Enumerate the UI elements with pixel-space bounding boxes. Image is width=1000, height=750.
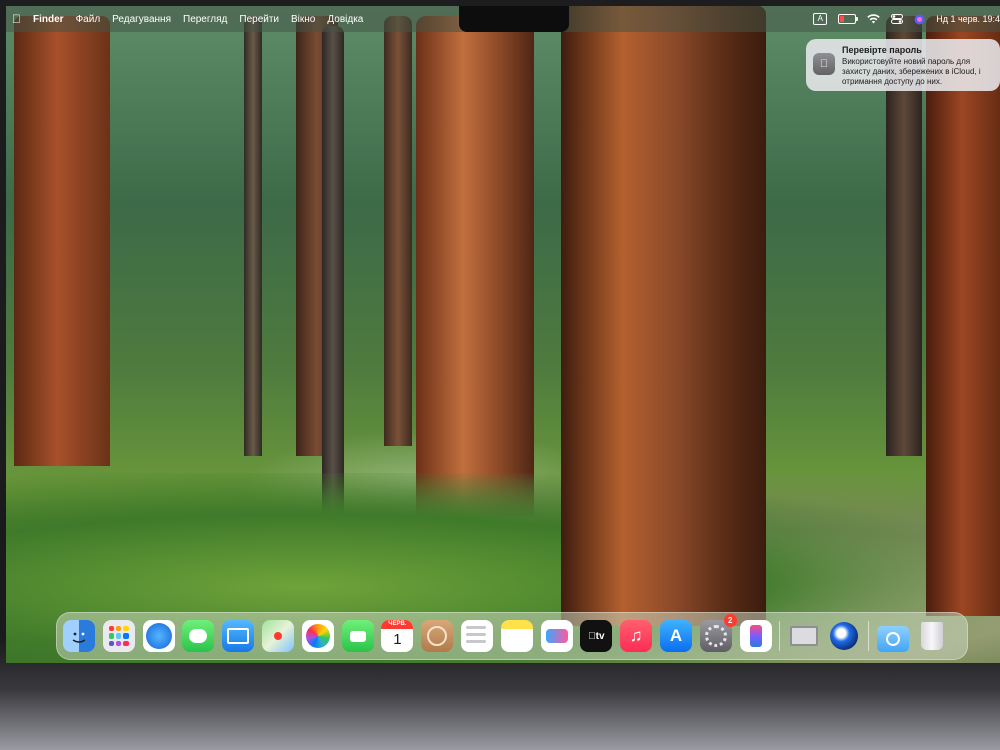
trash-icon[interactable] xyxy=(916,620,948,652)
photos-icon[interactable] xyxy=(301,620,334,652)
siri-icon[interactable] xyxy=(914,14,925,25)
iphone-mirroring-icon[interactable] xyxy=(739,620,772,652)
wallpaper-tree xyxy=(384,16,412,446)
menu-app-name[interactable]: Finder xyxy=(33,14,64,25)
notification-title: Перевірте пароль xyxy=(842,45,922,55)
settings-badge: 2 xyxy=(723,614,737,627)
calendar-day: 1 xyxy=(393,631,402,648)
menu-go[interactable]: Перейти xyxy=(239,14,279,25)
control-center-icon[interactable] xyxy=(891,14,904,24)
maps-icon[interactable] xyxy=(261,620,294,652)
menu-help[interactable]: Довідка xyxy=(327,14,363,25)
dock-separator xyxy=(779,621,781,651)
password-notification[interactable]:  Перевірте пароль Використовуйте новий … xyxy=(806,39,1000,91)
menu-clock[interactable]: Нд 1 черв. 19:4 xyxy=(936,14,1000,24)
wallpaper-tree xyxy=(926,16,1000,616)
wallpaper-tree xyxy=(244,16,262,456)
downloads-folder-icon[interactable] xyxy=(876,626,909,652)
menu-file[interactable]: Файл xyxy=(76,14,101,25)
wifi-icon[interactable] xyxy=(867,14,880,24)
menu-view[interactable]: Перегляд xyxy=(183,14,227,25)
wallpaper-tree xyxy=(416,16,534,516)
reminders-icon[interactable] xyxy=(460,620,493,652)
wallpaper-tree xyxy=(561,6,766,626)
desktop-wallpaper xyxy=(6,6,1000,663)
menu-window[interactable]: Вікно xyxy=(291,14,315,25)
keyboard-layout-icon[interactable]: A xyxy=(813,13,828,25)
freeform-icon[interactable] xyxy=(540,620,573,652)
tv-label: tv xyxy=(591,630,605,642)
dock-separator xyxy=(867,621,869,651)
apple-logo-icon:  xyxy=(813,53,835,75)
contacts-icon[interactable] xyxy=(421,620,454,652)
calendar-month: ЧЕРВ. xyxy=(381,620,414,629)
music-icon[interactable]: ♫ xyxy=(620,620,653,652)
launchpad-icon[interactable] xyxy=(102,620,135,652)
migration-assistant-icon[interactable] xyxy=(788,620,820,652)
notes-icon[interactable] xyxy=(500,620,533,652)
facetime-icon[interactable] xyxy=(341,620,374,652)
calendar-icon[interactable]: ЧЕРВ. 1 xyxy=(381,620,414,652)
battery-icon[interactable] xyxy=(838,14,859,24)
camera-notch xyxy=(459,6,569,32)
mail-icon[interactable] xyxy=(222,620,255,652)
wallpaper-tree xyxy=(322,26,344,526)
notification-body: Використовуйте новий пароль для захисту … xyxy=(842,57,981,86)
menu-bar:  Finder Файл Редагування Перегляд Перей… xyxy=(6,6,1000,32)
system-settings-icon[interactable]: 2 xyxy=(699,614,737,652)
apple-tv-icon[interactable]: tv xyxy=(580,620,613,652)
wallpaper-tree xyxy=(14,16,110,466)
finder-icon[interactable] xyxy=(63,620,95,652)
cinema-4d-icon[interactable] xyxy=(828,620,860,652)
apple-menu-icon[interactable]:  xyxy=(12,12,21,26)
app-store-icon[interactable]: A xyxy=(659,620,692,652)
menu-edit[interactable]: Редагування xyxy=(112,14,171,25)
messages-icon[interactable] xyxy=(182,620,215,652)
dock: ЧЕРВ. 1 tv ♫ A 2 xyxy=(56,612,968,660)
safari-icon[interactable] xyxy=(142,620,175,652)
